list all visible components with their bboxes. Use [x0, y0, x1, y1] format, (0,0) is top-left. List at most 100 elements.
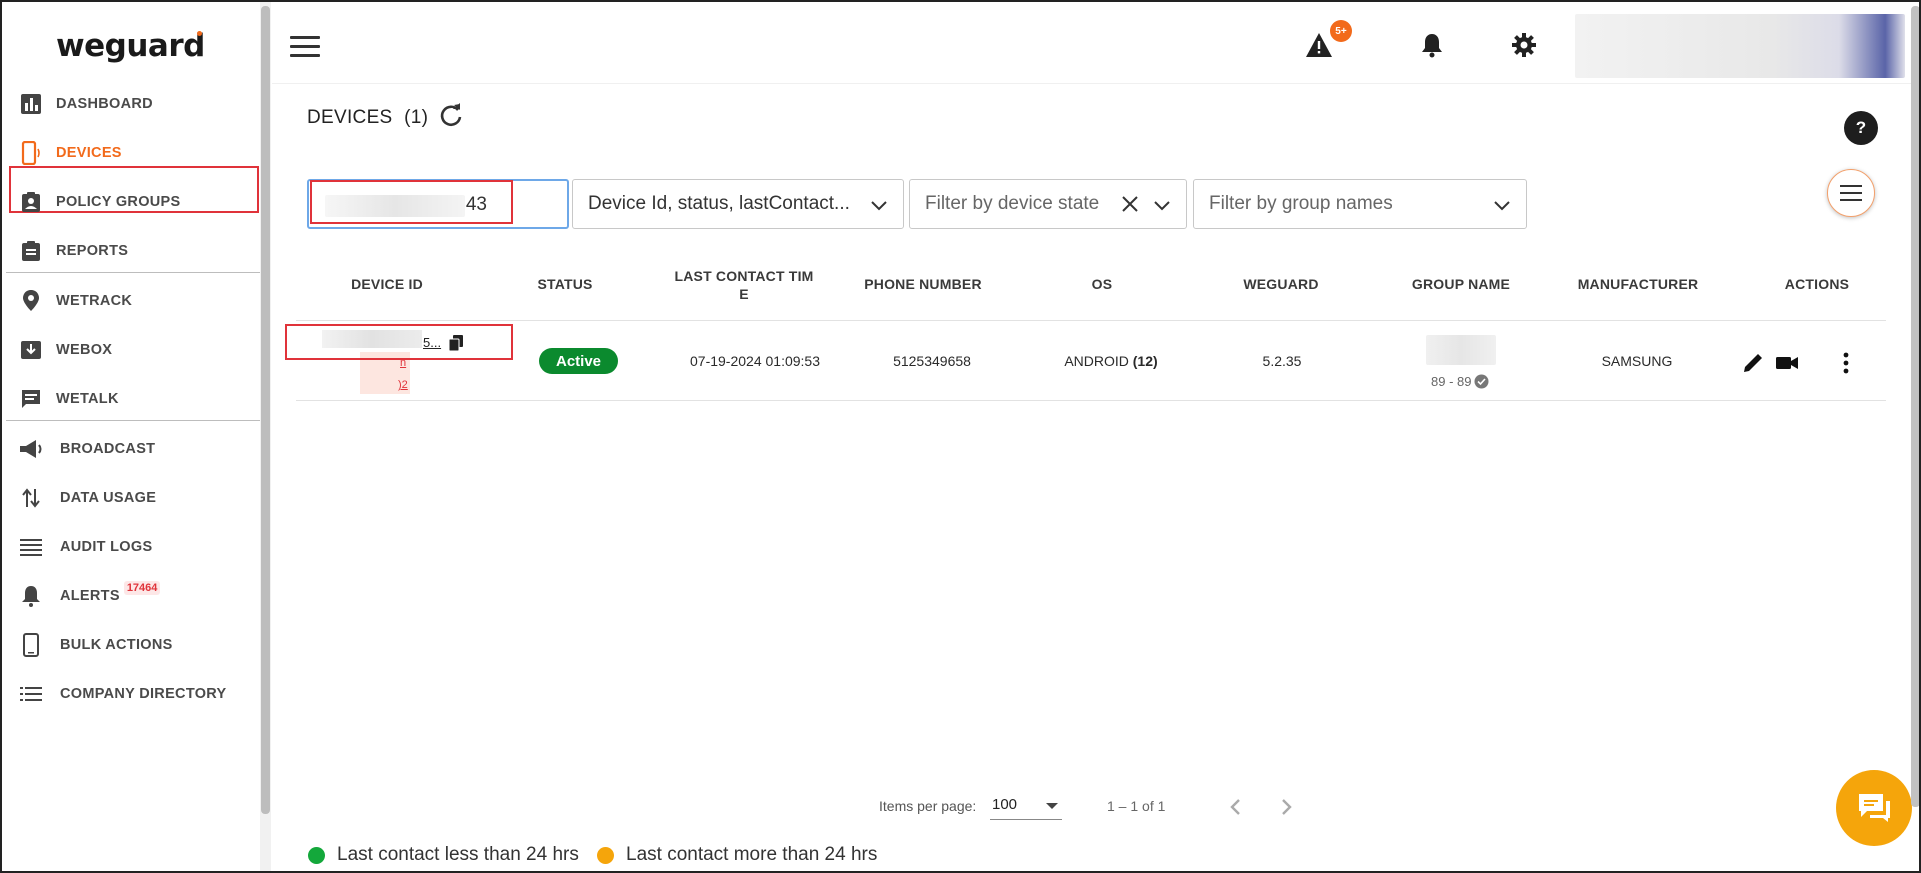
sidebar-item-label: DATA USAGE — [60, 490, 157, 506]
status-badge: Active — [539, 348, 618, 374]
column-header-last-contact-time[interactable]: LAST CONTACT TIM E — [668, 267, 820, 303]
help-button[interactable]: ? — [1844, 111, 1878, 145]
device-state-placeholder: Filter by device state — [925, 193, 1100, 214]
chevron-down-icon — [1492, 195, 1512, 215]
group-id-text: 89 - 89 — [1431, 374, 1472, 389]
os-cell: ANDROID (12) — [1056, 353, 1166, 369]
legend-label: Last contact less than 24 hrs — [337, 844, 579, 865]
sidebar-item-policy-groups[interactable]: POLICY GROUPS — [6, 174, 260, 230]
bar-chart-icon — [18, 91, 44, 117]
notification-bell-icon[interactable] — [1417, 30, 1447, 60]
user-profile-avatar[interactable] — [1575, 14, 1905, 78]
sidebar-item-wetalk[interactable]: WETALK — [6, 371, 260, 427]
up-down-arrows-icon — [18, 485, 44, 511]
more-vertical-icon[interactable] — [1833, 350, 1859, 376]
sidebar-item-reports[interactable]: REPORTS — [6, 223, 260, 279]
group-id-cell: 89 - 89 — [1431, 374, 1489, 389]
weguard-version-cell: 5.2.35 — [1262, 353, 1302, 369]
inbox-download-icon — [18, 337, 44, 363]
edit-pencil-icon[interactable] — [1740, 350, 1766, 376]
video-camera-icon[interactable] — [1774, 350, 1800, 376]
sidebar-item-label: DASHBOARD — [56, 96, 153, 112]
column-header-actions: ACTIONS — [1784, 276, 1850, 292]
sidebar-item-alerts[interactable]: ALERTS 17464 — [6, 568, 260, 624]
items-per-page-label: Items per page: — [879, 798, 977, 814]
manufacturer-cell: SAMSUNG — [1601, 353, 1673, 369]
column-header-status[interactable]: STATUS — [525, 276, 605, 292]
table-options-menu-button[interactable] — [1827, 169, 1875, 217]
sidebar-item-audit-logs[interactable]: AUDIT LOGS — [6, 519, 260, 575]
weguard-logo[interactable]: weguard — [56, 28, 205, 64]
pagination-range: 1 – 1 of 1 — [1107, 798, 1166, 814]
legend-label: Last contact more than 24 hrs — [626, 844, 878, 865]
sidebar-item-company-directory[interactable]: COMPANY DIRECTORY — [6, 666, 260, 722]
os-name: ANDROID — [1064, 353, 1129, 369]
legend-stale-contact: Last contact more than 24 hrs — [597, 844, 877, 866]
hamburger-menu-icon[interactable] — [290, 36, 320, 63]
group-names-filter[interactable]: Filter by group names — [1193, 179, 1527, 229]
group-names-placeholder: Filter by group names — [1209, 193, 1393, 214]
app-window: weguard DASHBOARD DEVICES POLICY GROUPS — [0, 0, 1921, 873]
warning-icon[interactable] — [1304, 30, 1334, 60]
column-header-group-name[interactable]: GROUP NAME — [1399, 276, 1523, 292]
chat-support-button[interactable] — [1836, 770, 1912, 846]
column-header-device-id[interactable]: DEVICE ID — [342, 276, 432, 292]
last-contact-cell: 07-19-2024 01:09:53 — [690, 353, 820, 369]
alerts-count-badge: 17464 — [123, 581, 161, 595]
sidebar-item-label: ALERTS — [60, 588, 120, 604]
table-row-divider — [296, 400, 1886, 401]
check-circle-icon — [1474, 374, 1489, 389]
next-page-icon[interactable] — [1274, 795, 1298, 819]
chat-bubble-icon — [1859, 794, 1890, 822]
refresh-icon[interactable] — [438, 103, 464, 129]
legend-recent-contact: Last contact less than 24 hrs — [308, 844, 579, 866]
sidebar-scrollbar[interactable] — [261, 6, 270, 814]
chat-message-icon — [18, 386, 44, 412]
sidebar-item-bulk-actions[interactable]: BULK ACTIONS — [6, 617, 260, 673]
phone-number-cell: 5125349658 — [893, 353, 971, 369]
clipboard-user-icon — [18, 189, 44, 215]
warning-count-badge: 5+ — [1330, 20, 1352, 42]
sidebar-item-label: COMPANY DIRECTORY — [60, 686, 227, 702]
header-text-line: E — [739, 286, 749, 302]
dropdown-caret-icon — [1046, 803, 1058, 809]
items-per-page-select[interactable]: 100 — [990, 792, 1062, 820]
logo-accent-dot — [197, 31, 202, 36]
previous-page-icon[interactable] — [1224, 795, 1248, 819]
page-scrollbar[interactable] — [1911, 6, 1919, 807]
device-id-secondary-link[interactable]: )2 — [398, 379, 408, 391]
sidebar-item-webox[interactable]: WEBOX — [6, 322, 260, 378]
sidebar-item-label: WETALK — [56, 391, 119, 407]
column-header-phone-number[interactable]: PHONE NUMBER — [858, 276, 988, 292]
location-pin-icon — [18, 288, 44, 314]
clear-x-icon[interactable] — [1120, 194, 1140, 214]
megaphone-icon — [18, 436, 44, 462]
sidebar-item-broadcast[interactable]: BROADCAST — [6, 421, 260, 477]
sidebar-item-label: WETRACK — [56, 293, 133, 309]
alarm-bell-icon — [18, 583, 44, 609]
column-header-weguard[interactable]: WEGUARD — [1235, 276, 1327, 292]
device-count: (1) — [404, 107, 429, 128]
sidebar-item-data-usage[interactable]: DATA USAGE — [6, 470, 260, 526]
device-id-highlight-box — [285, 324, 513, 360]
page-title: DEVICES (1) — [307, 107, 428, 129]
table-header-divider — [296, 320, 1886, 321]
lines-icon — [18, 534, 44, 560]
group-name-redacted — [1426, 335, 1496, 365]
chevron-down-icon — [1152, 195, 1172, 215]
chevron-down-icon — [869, 195, 889, 215]
sidebar-item-wetrack[interactable]: WETRACK — [6, 273, 260, 329]
settings-gear-icon[interactable] — [1509, 30, 1539, 60]
sort-select[interactable]: Device Id, status, lastContact... — [572, 179, 904, 229]
sidebar-item-dashboard[interactable]: DASHBOARD — [6, 76, 260, 132]
sidebar-item-label: POLICY GROUPS — [56, 194, 181, 210]
orange-status-dot-icon — [597, 846, 614, 864]
os-version: (12) — [1132, 353, 1158, 369]
column-header-manufacturer[interactable]: MANUFACTURER — [1573, 276, 1703, 292]
list-icon — [18, 681, 44, 707]
column-header-os[interactable]: OS — [1072, 276, 1132, 292]
green-status-dot-icon — [308, 846, 325, 864]
sidebar-item-label: DEVICES — [56, 145, 122, 161]
sidebar: weguard DASHBOARD DEVICES POLICY GROUPS — [4, 4, 262, 871]
device-state-filter[interactable]: Filter by device state — [909, 179, 1187, 229]
